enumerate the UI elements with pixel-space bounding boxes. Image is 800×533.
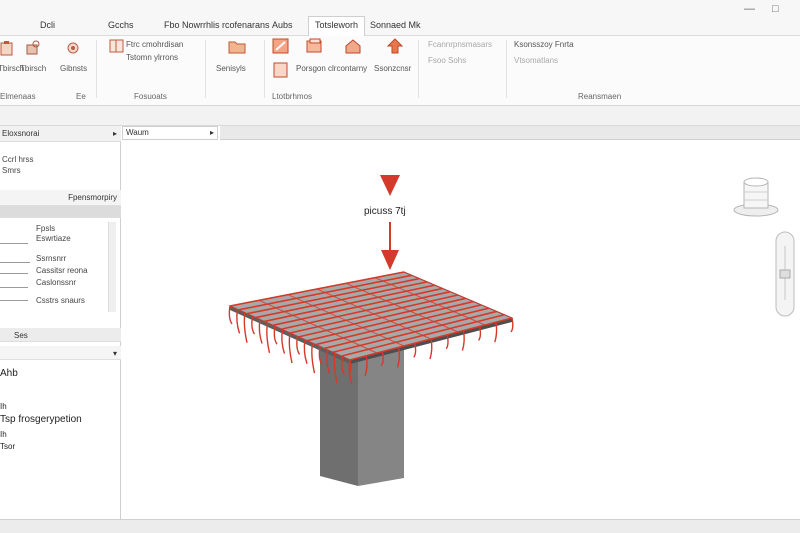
zoom-handle[interactable]	[779, 269, 791, 279]
document-icon[interactable]	[272, 62, 290, 78]
property-line	[0, 300, 28, 301]
viewport-tab[interactable]: Waum ▸	[122, 126, 218, 140]
left-panel	[0, 126, 121, 520]
disabled-command: Fcannrpnsmasars	[428, 40, 493, 49]
navcube-top	[743, 177, 769, 187]
panel-header-properties[interactable]: Fpensmorpiry	[0, 190, 121, 206]
house-icon[interactable]	[344, 38, 362, 54]
tab-fbo[interactable]: Fbo	[164, 18, 180, 36]
viewport-tab-strip	[220, 126, 800, 140]
property-line	[0, 273, 28, 274]
disabled-command: Vtsomatlans	[514, 56, 559, 65]
properties-scrollbar[interactable]	[108, 222, 116, 312]
section-tab-bar[interactable]: Ses	[0, 328, 121, 342]
load-label: picuss 7tj	[364, 206, 406, 217]
tree-item[interactable]: Smrs	[2, 166, 21, 175]
ribbon-label: Ftrc cmohrdisan	[126, 40, 184, 49]
clipboard-icon[interactable]	[0, 40, 16, 56]
ribbon-label: Ssonzcnsr	[374, 64, 412, 73]
chevron-right-icon[interactable]: ▸	[210, 127, 214, 139]
tab-sonnaed[interactable]: Sonnaed Mk	[370, 18, 421, 36]
model-scene[interactable]	[122, 140, 800, 520]
ribbon-group-label: Reansmaen	[578, 92, 622, 101]
ribbon-separator	[264, 40, 265, 98]
ribbon-group-label: Elmenaas	[0, 92, 36, 101]
detail-item: Tsp frosgerypetion	[0, 414, 82, 425]
disabled-command: Fsoo Sohs	[428, 56, 467, 65]
viewport-tab-label: Waum	[126, 128, 149, 137]
ribbon-label: Gibnsts	[60, 64, 88, 73]
property-line	[0, 262, 30, 263]
ribbon-group-label: Fosuoats	[134, 92, 167, 101]
column-side-face[interactable]	[358, 340, 404, 486]
ribbon-label: Tstomn ylrrons	[126, 53, 179, 62]
status-bar	[0, 519, 800, 533]
edit-pencil-icon[interactable]	[272, 38, 290, 54]
tab-aubs[interactable]: Aubs	[272, 18, 293, 36]
ribbon-label: Senisyls	[216, 64, 246, 73]
ribbon-label: Porsgon clrcontarny	[296, 64, 368, 73]
chevron-right-icon[interactable]: ▸	[113, 126, 117, 141]
property-label: Ssrnsnrr	[36, 254, 67, 263]
detail-item: Tsor	[0, 442, 16, 451]
slab-top[interactable]	[228, 271, 514, 361]
settings-gear-icon[interactable]	[64, 40, 82, 56]
panel-title: Eloxsnorai	[2, 129, 40, 138]
tab-gcchs[interactable]: Gcchs	[108, 18, 134, 36]
ribbon-separator	[418, 40, 419, 98]
property-line	[0, 243, 28, 244]
ribbon-separator	[205, 40, 206, 98]
property-label: Csstrs snaurs	[36, 296, 85, 305]
panel-toolbar	[0, 206, 121, 218]
property-label: Fpsls	[36, 224, 56, 233]
ribbon-separator	[506, 40, 507, 98]
load-arrow-head-top[interactable]	[380, 175, 400, 196]
detail-header[interactable]: ▾	[0, 346, 121, 360]
minimize-icon[interactable]: —	[744, 3, 755, 15]
detail-item: Ahb	[0, 368, 18, 379]
gear-cube-icon[interactable]	[24, 40, 42, 56]
arrow-up-icon[interactable]	[386, 38, 404, 54]
sheet-icon[interactable]	[306, 38, 324, 54]
load-arrow-head	[381, 250, 399, 270]
chevron-down-icon[interactable]: ▾	[113, 346, 117, 359]
property-label: Cassitsr reona	[36, 266, 88, 275]
tab-bar: Dcli Gcchs Fbo Nowrrhlis rcofenarans Aub…	[0, 0, 800, 36]
ribbon-group-label: Ltotbrhmos	[272, 92, 313, 101]
properties-title: Fpensmorpiry	[68, 193, 117, 202]
panel-header-explorer[interactable]: Eloxsnorai ▸	[0, 126, 121, 142]
tab-nowrrhlis[interactable]: Nowrrhlis rcofenarans	[182, 18, 270, 36]
ribbon-label: Tbirsch	[20, 64, 47, 73]
ribbon-group-label: Ee	[76, 92, 86, 101]
toolbar-strip	[0, 106, 800, 126]
tab-totsleworh[interactable]: Totsleworh	[308, 16, 366, 36]
frame-icon[interactable]	[108, 38, 126, 54]
ribbon-command[interactable]: Ksonsszoy Fnrta	[514, 40, 574, 49]
folder-icon[interactable]	[228, 38, 246, 54]
detail-item: Ih	[0, 430, 7, 439]
ribbon-separator	[96, 40, 97, 98]
tree-item[interactable]: Ccrl hrss	[2, 155, 34, 164]
section-tab[interactable]: Ses	[14, 328, 28, 341]
maximize-icon[interactable]: □	[772, 3, 779, 15]
property-label: Eswrtiaze	[36, 234, 71, 243]
detail-item: Ih	[0, 402, 7, 411]
property-line	[0, 287, 28, 288]
property-label: Caslonssnr	[36, 278, 77, 287]
tab-dcli[interactable]: Dcli	[40, 18, 55, 36]
